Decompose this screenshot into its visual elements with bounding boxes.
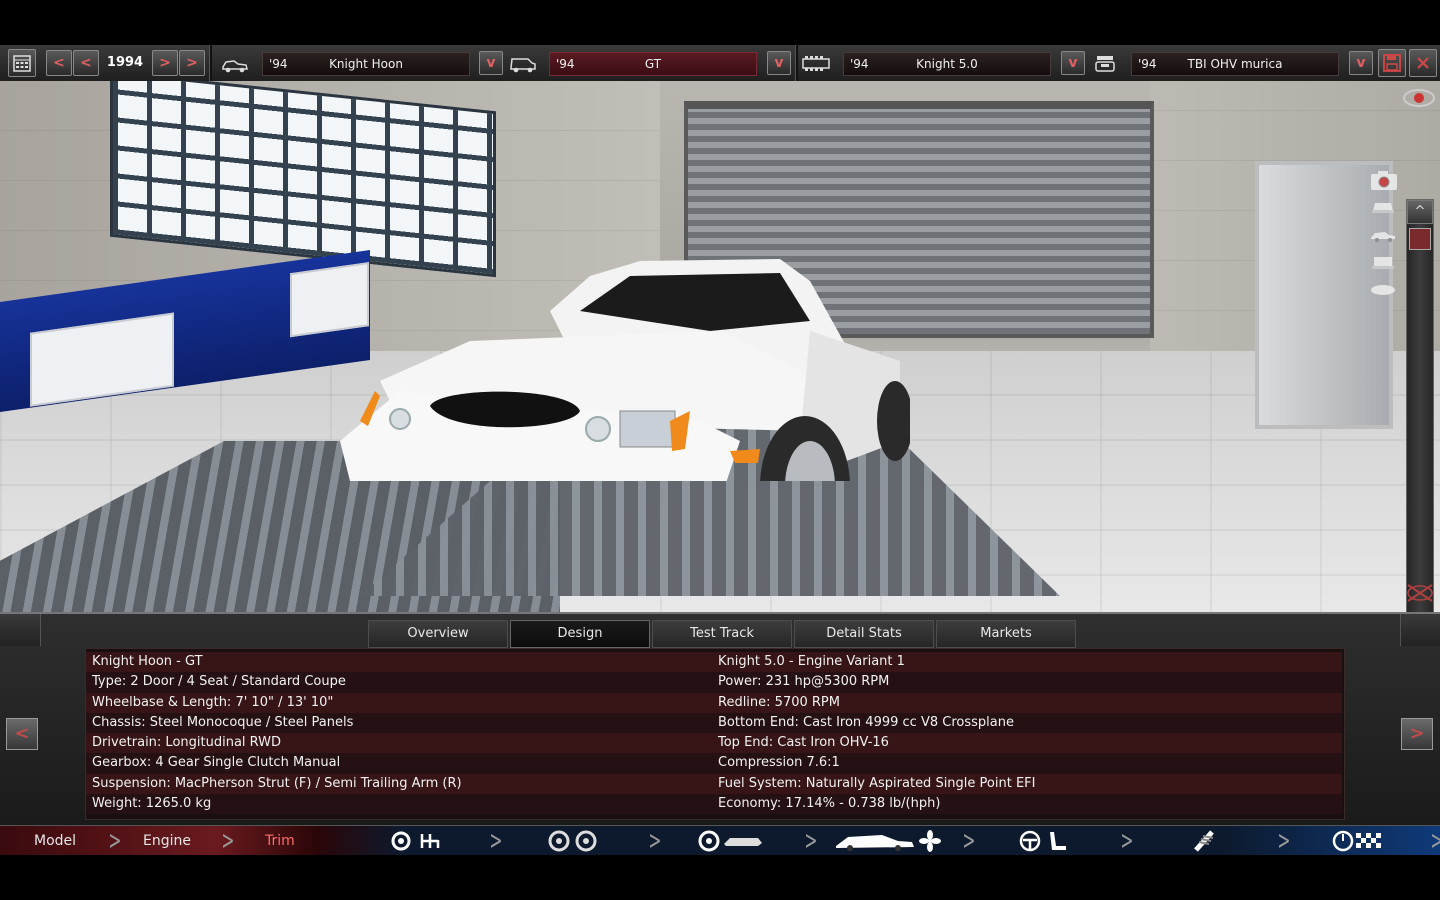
year-back-button[interactable]: < <box>73 50 99 76</box>
current-year: 1994 <box>106 55 144 70</box>
tab-overview[interactable]: Overview <box>368 620 508 648</box>
car-chassis: Chassis: Steel Monocoque / Steel Panels <box>86 712 712 734</box>
year-forward-fast-button[interactable]: > <box>179 50 205 76</box>
chevron-right-icon: > <box>489 826 503 856</box>
chevron-right-icon: > <box>1277 826 1291 856</box>
car-drivetrain: Drivetrain: Longitudinal RWD <box>86 733 712 754</box>
chevron-right-icon: > <box>648 826 662 856</box>
trim-car-icon <box>508 51 538 75</box>
step-model[interactable]: Model <box>34 826 76 856</box>
previous-arrow-button[interactable]: < <box>6 718 38 750</box>
step-engine[interactable]: Engine <box>143 826 191 856</box>
car-3d-viewport[interactable]: ^ v <box>0 81 1440 612</box>
year-back-fast-button[interactable]: < <box>46 50 72 76</box>
next-arrow-button[interactable]: > <box>1401 718 1433 750</box>
chevron-right-icon: > <box>1120 826 1134 856</box>
tab-design[interactable]: Design <box>510 620 650 648</box>
model-selector[interactable]: '94 Knight Hoon <box>262 52 470 76</box>
engine-top-end: Top End: Cast Iron OHV-16 <box>712 733 1342 754</box>
zoom-scrollbar[interactable]: ^ v <box>1406 199 1434 612</box>
car-suspension: Suspension: MacPherson Strut (F) / Semi … <box>86 773 712 795</box>
view-side-car-icon[interactable] <box>1368 225 1398 245</box>
interior-step-icon[interactable] <box>1018 830 1074 852</box>
model-dropdown-button[interactable]: v <box>479 51 503 75</box>
chevron-right-icon: > <box>108 826 122 856</box>
car-wheelbase: Wheelbase & Length: 7' 10" / 13' 10" <box>86 692 712 713</box>
scroll-up-button[interactable]: ^ <box>1407 200 1433 224</box>
view-front-car-icon[interactable] <box>1368 197 1398 217</box>
engine-variant-name: TBI OHV murica <box>1187 57 1283 71</box>
chevron-right-icon: > <box>221 826 235 856</box>
visibility-eye-icon[interactable] <box>1402 87 1436 109</box>
workflow-bar: Model > Engine > Trim > > > > > > > <box>0 825 1440 856</box>
trim-selector[interactable]: '94 GT <box>549 52 757 76</box>
year-forward-button[interactable]: > <box>152 50 178 76</box>
trim-dropdown-button[interactable]: v <box>767 51 791 75</box>
view-rear-car-icon[interactable] <box>1368 253 1398 273</box>
car-model <box>340 259 910 481</box>
engine-economy: Economy: 17.14% - 0.738 lb/(hph) <box>712 794 1342 815</box>
wheels-step-icon[interactable] <box>548 830 598 852</box>
engine-family-icon <box>801 51 831 75</box>
engine-variant-icon <box>1091 51 1121 75</box>
design-summary: Knight Hoon - GT Type: 2 Door / 4 Seat /… <box>85 648 1345 820</box>
trim-name: GT <box>644 57 662 71</box>
car-type: Type: 2 Door / 4 Seat / Standard Coupe <box>86 672 712 693</box>
engine-bottom-end: Bottom End: Cast Iron 4999 cc V8 Crosspl… <box>712 712 1342 734</box>
scroll-thumb[interactable] <box>1409 228 1431 250</box>
engine-info-column: Knight 5.0 - Engine Variant 1 Power: 231… <box>712 652 1342 815</box>
tab-markets[interactable]: Markets <box>936 620 1076 648</box>
car-title: Knight Hoon - GT <box>86 652 712 673</box>
tab-test-track[interactable]: Test Track <box>652 620 792 648</box>
suspension-step-icon[interactable] <box>1190 830 1220 852</box>
divider <box>795 45 798 81</box>
letterbox-top <box>0 0 1440 45</box>
gearbox-step-icon[interactable] <box>390 830 444 852</box>
info-panel: Overview Design Test Track Detail Stats … <box>0 612 1440 827</box>
test-finish-step-icon[interactable] <box>1332 830 1388 852</box>
engine-variant-dropdown-button[interactable]: v <box>1349 51 1373 75</box>
info-tabs: Overview Design Test Track Detail Stats … <box>368 620 1076 648</box>
model-name: Knight Hoon <box>329 57 403 71</box>
car-gearbox: Gearbox: 4 Gear Single Clutch Manual <box>86 753 712 774</box>
panel-corner <box>1400 614 1440 646</box>
chevron-right-icon: > <box>962 826 976 856</box>
close-icon[interactable] <box>1409 49 1437 77</box>
calendar-icon[interactable] <box>8 49 36 77</box>
model-car-icon <box>220 51 250 75</box>
engine-fuel-system: Fuel System: Naturally Aspirated Single … <box>712 773 1342 795</box>
view-top-car-icon[interactable] <box>1368 281 1398 301</box>
engine-title: Knight 5.0 - Engine Variant 1 <box>712 652 1342 673</box>
engine-family-dropdown-button[interactable]: v <box>1061 51 1085 75</box>
top-toolbar: < < 1994 > > '94 Knight Hoon v '94 GT v … <box>0 45 1440 82</box>
camera-icon[interactable] <box>1368 169 1398 190</box>
engine-variant-selector[interactable]: '94 TBI OHV murica <box>1131 52 1339 76</box>
letterbox-bottom <box>0 855 1440 900</box>
engine-family-name: Knight 5.0 <box>916 57 978 71</box>
step-trim[interactable]: Trim <box>265 826 295 856</box>
divider <box>209 45 212 81</box>
car-weight: Weight: 1265.0 kg <box>86 794 712 815</box>
panel-corner <box>0 614 41 646</box>
aero-step-icon[interactable] <box>834 830 944 852</box>
engine-power: Power: 231 hp@5300 RPM <box>712 672 1342 693</box>
body-style-step-icon[interactable] <box>698 830 764 852</box>
chevron-right-icon: > <box>1430 826 1440 856</box>
car-info-column: Knight Hoon - GT Type: 2 Door / 4 Seat /… <box>86 652 712 815</box>
chevron-right-icon: > <box>804 826 818 856</box>
tab-detail-stats[interactable]: Detail Stats <box>794 620 934 648</box>
camera-view-panel <box>1368 169 1398 301</box>
engine-redline: Redline: 5700 RPM <box>712 692 1342 713</box>
engine-compression: Compression 7.6:1 <box>712 753 1342 774</box>
save-icon[interactable] <box>1378 49 1406 77</box>
engine-family-selector[interactable]: '94 Knight 5.0 <box>843 52 1051 76</box>
reset-view-icon[interactable] <box>1404 581 1436 605</box>
